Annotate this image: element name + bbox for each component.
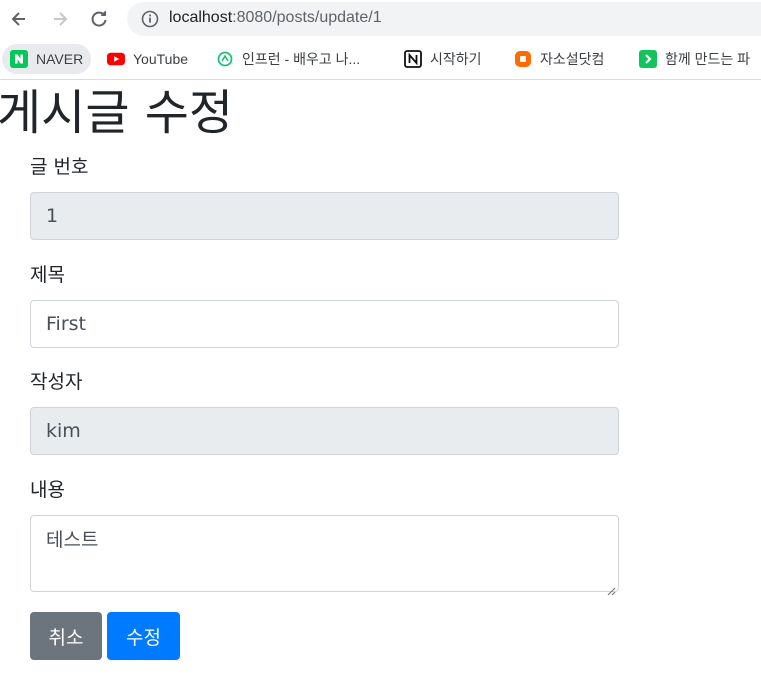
codeit-icon [639,50,657,68]
forward-arrow-icon[interactable] [47,6,73,32]
bookmark-label: 인프런 - 배우고 나... [242,51,361,67]
naver-icon [10,50,28,68]
reload-icon[interactable] [86,6,112,32]
url-host: localhost [169,9,233,26]
bookmark-inflearn[interactable]: 인프런 - 배우고 나... [216,44,360,74]
resize-grip-icon[interactable] [606,579,616,596]
bookmark-notion[interactable]: 시작하기 [404,44,482,74]
post-id-field[interactable]: 1 [30,192,619,240]
youtube-icon [107,50,125,68]
back-arrow-icon[interactable] [6,6,32,32]
url-path: :8080/posts/update/1 [232,9,382,26]
cancel-button[interactable]: 취소 [30,612,102,660]
bookmark-label: 시작하기 [430,51,482,67]
bookmark-codeit[interactable]: 함께 만드는 파 [639,44,750,74]
bookmark-naver[interactable]: NAVER [2,44,92,74]
inflearn-icon [216,50,234,68]
bookmark-youtube[interactable]: YouTube [107,44,188,74]
bookmark-label: YouTube [133,51,189,67]
author-field[interactable]: kim [30,407,619,455]
jasoseol-icon [514,50,532,68]
content-textarea[interactable]: 테스트 [30,515,619,596]
page-title: 게시글 수정 [0,85,234,141]
url-text[interactable]: localhost:8080/posts/update/1 [169,9,382,27]
notion-icon [404,50,422,68]
title-input[interactable]: First [30,300,619,348]
info-icon[interactable] [141,10,159,28]
content-label: 내용 [30,479,65,501]
content-text: 테스트 [46,529,99,551]
bookmark-jasoseol[interactable]: 자소설닷컴 [514,44,604,74]
bookmark-label: 자소설닷컴 [540,51,605,67]
browser-toolbar: localhost:8080/posts/update/1 [0,0,761,38]
author-label: 작성자 [30,371,83,393]
post-id-label: 글 번호 [30,156,89,178]
title-label: 제목 [30,264,65,286]
bookmark-label: 함께 만드는 파 [665,51,751,67]
address-bar[interactable]: localhost:8080/posts/update/1 [127,2,761,36]
bookmarks-bar: NAVER YouTube 인프런 - 배우고 나... 시작하기 자소설닷컴 … [0,38,761,80]
submit-button[interactable]: 수정 [107,612,180,660]
bookmark-label: NAVER [36,51,84,67]
